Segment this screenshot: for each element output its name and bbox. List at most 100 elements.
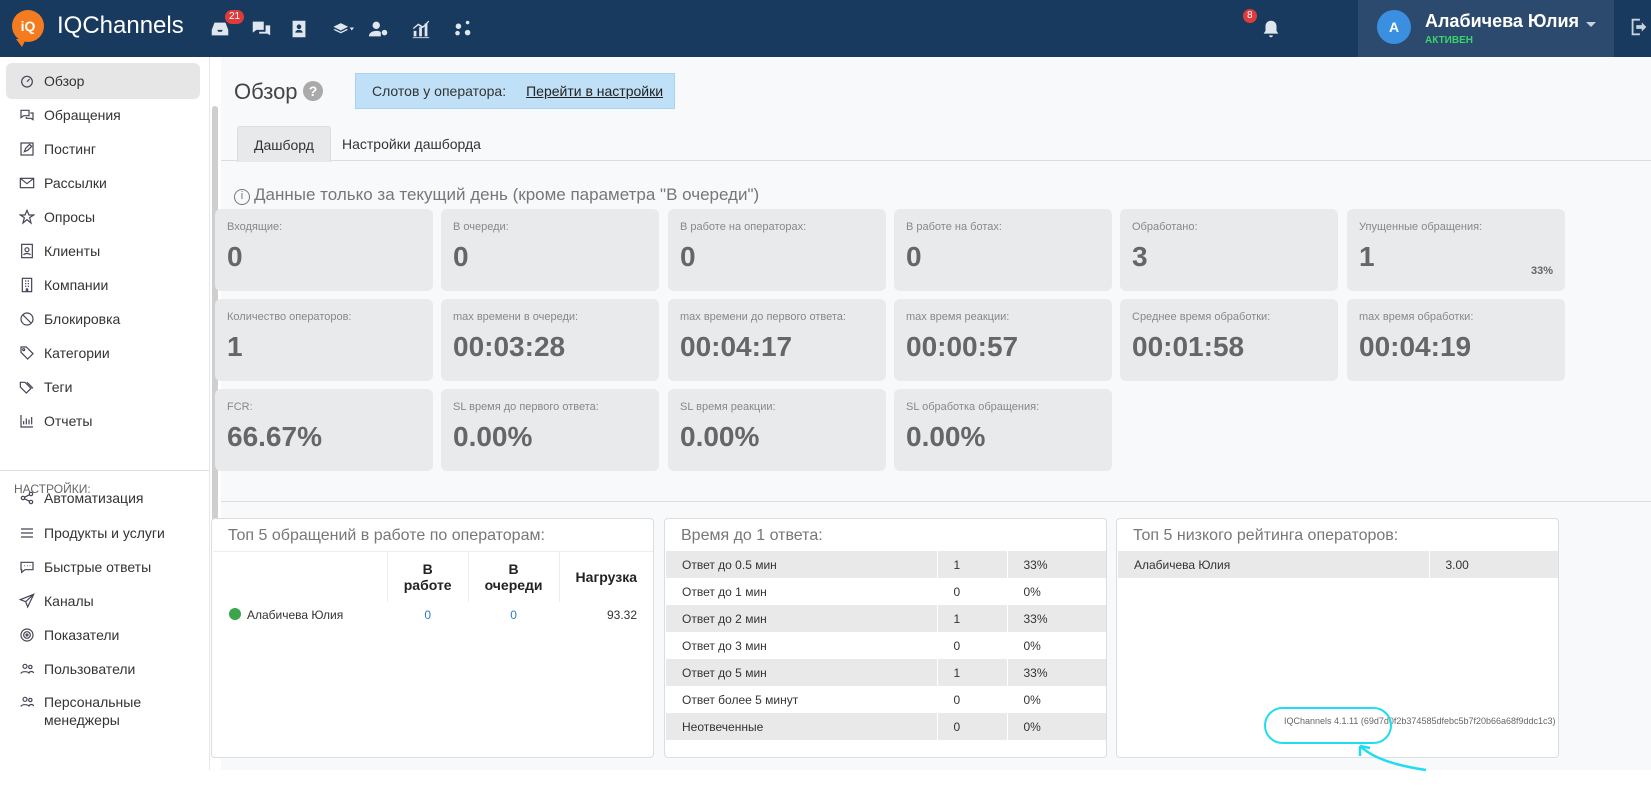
stat-value: 0 [906, 241, 922, 272]
sidebar-item-automation[interactable]: Автоматизация [6, 480, 200, 516]
comment-icon [18, 558, 36, 576]
user-menu[interactable]: А Алабичева Юлия АКТИВЕН [1358, 0, 1614, 57]
sidebar-item-requests[interactable]: Обращения [6, 97, 200, 133]
table-row: Ответ более 5 минут 0 0% [666, 686, 1106, 713]
load-cell: 93.32 [559, 601, 653, 629]
mail-icon [18, 174, 36, 192]
bucket-cell: Ответ более 5 минут [666, 686, 938, 713]
arrow-annotation [1358, 744, 1427, 772]
tab-dashboard[interactable]: Дашборд [237, 126, 331, 162]
stat-value: 1 [227, 331, 243, 362]
sidebar-item-users[interactable]: Пользователи [6, 651, 200, 687]
brand-name[interactable]: IQChannels [57, 12, 184, 40]
stat-label: Входящие: [227, 221, 283, 233]
stat-value: 0.00% [680, 421, 760, 452]
building-icon [18, 276, 36, 294]
sidebar-item-products[interactable]: Продукты и услуги [6, 515, 200, 551]
table-row: Ответ до 1 мин 0 0% [666, 578, 1106, 605]
top-navbar: iQ IQChannels 21 8 А Алабичева Юлия АКТИ… [0, 0, 1651, 57]
analytics-icon[interactable] [408, 16, 434, 42]
user-name: Алабичева Юлия [1425, 11, 1580, 31]
bucket-cell: Ответ до 2 мин [666, 605, 938, 632]
stat-label: max времени до первого ответа: [680, 311, 846, 323]
chart-icon [18, 412, 36, 430]
stat-label: В работе на ботах: [906, 221, 1002, 233]
rating-cell: 3.00 [1429, 551, 1558, 578]
tab-bar: Дашборд Настройки дашборда [221, 126, 1651, 162]
users-icon [18, 660, 36, 678]
stat-value: 0 [680, 241, 696, 272]
user-settings-icon[interactable] [366, 16, 392, 42]
help-icon[interactable]: ? [303, 81, 323, 101]
app-logo[interactable]: iQ [12, 10, 44, 47]
in-queue-link[interactable]: 0 [468, 601, 560, 629]
section-divider [221, 501, 1651, 502]
sidebar-item-categories[interactable]: Категории [6, 335, 200, 371]
inbox-icon[interactable]: 21 [207, 10, 245, 42]
sidebar-item-label: Теги [44, 379, 73, 395]
sidebar-item-metrics[interactable]: Показатели [6, 617, 200, 653]
panel-title: Топ 5 обращений в работе по операторам: [228, 527, 545, 544]
stat-card-max-first-response: max времени до первого ответа: 00:04:17 [668, 299, 886, 381]
highlight-circle-annotation [1264, 707, 1392, 744]
layers-dropdown-icon[interactable] [326, 16, 360, 42]
contacts-icon[interactable] [286, 16, 312, 42]
slots-label: Слотов у оператора: [372, 83, 507, 99]
avatar: А [1377, 10, 1411, 44]
stat-card-fcr: FCR: 66.67% [215, 389, 433, 471]
chat-icon [18, 106, 36, 124]
stat-card-incoming: Входящие: 0 [215, 209, 433, 291]
dashboard-icon [18, 72, 36, 90]
sidebar-item-companies[interactable]: Компании [6, 267, 200, 303]
count-cell: 0 [937, 632, 1008, 659]
stat-label: max время обработки: [1359, 311, 1474, 323]
tag-icon [18, 344, 36, 362]
go-to-settings-link[interactable]: Перейти в настройки [526, 83, 663, 99]
sidebar-item-blocking[interactable]: Блокировка [6, 301, 200, 337]
column-header: В работе [387, 551, 469, 602]
system-settings-icon[interactable] [450, 16, 476, 42]
stat-card-sl-reaction: SL время реакции: 0.00% [668, 389, 886, 471]
sidebar-item-reports[interactable]: Отчеты [6, 403, 200, 439]
in-work-link[interactable]: 0 [387, 601, 469, 629]
table-row: Ответ до 2 мин 1 33% [666, 605, 1106, 632]
operator-slots-notice: Слотов у оператора: Перейти в настройки [355, 73, 675, 109]
sidebar-item-overview[interactable]: Обзор [6, 63, 200, 99]
operator-name-cell: Алабичева Юлия [213, 601, 388, 629]
stat-card-avg-processing: Среднее время обработки: 00:01:58 [1120, 299, 1338, 381]
sidebar-item-channels[interactable]: Каналы [6, 583, 200, 619]
table-row[interactable]: Алабичева Юлия 0 0 93.32 [213, 601, 653, 629]
logout-icon[interactable] [1628, 16, 1650, 43]
users-icon [18, 693, 36, 711]
inbox-badge: 21 [225, 10, 245, 24]
sidebar-item-tags[interactable]: Теги [6, 369, 200, 405]
sidebar-item-quick-replies[interactable]: Быстрые ответы [6, 549, 200, 585]
stat-label: FCR: [227, 401, 253, 413]
sidebar-item-surveys[interactable]: Опросы [6, 199, 200, 235]
bucket-cell: Ответ до 3 мин [666, 632, 938, 659]
sidebar-item-mailings[interactable]: Рассылки [6, 165, 200, 201]
operators-table: В работе В очереди Нагрузка Алабичева Юл… [213, 551, 653, 629]
stat-card-in-work-bots: В работе на ботах: 0 [894, 209, 1112, 291]
stat-value: 0 [453, 241, 469, 272]
percent-cell: 0% [1007, 686, 1106, 713]
sidebar-item-label: Категории [44, 345, 110, 361]
count-cell: 1 [937, 551, 1008, 578]
stat-card-max-processing: max время обработки: 00:04:19 [1347, 299, 1565, 381]
sidebar-item-clients[interactable]: Клиенты [6, 233, 200, 269]
notifications-bell-icon[interactable]: 8 [1243, 9, 1284, 42]
percent-cell: 0% [1007, 713, 1106, 740]
sidebar-item-personal-managers[interactable]: Персональные менеджеры [6, 685, 200, 737]
percent-cell: 0% [1007, 578, 1106, 605]
sidebar-item-label: Обращения [44, 107, 121, 123]
sidebar-item-label: Автоматизация [44, 490, 144, 506]
stat-label: Среднее время обработки: [1132, 311, 1271, 323]
chats-icon[interactable] [248, 16, 274, 42]
percent-cell: 33% [1007, 605, 1106, 632]
sidebar-item-posting[interactable]: Постинг [6, 131, 200, 167]
stat-card-operators-count: Количество операторов: 1 [215, 299, 433, 381]
tab-dashboard-settings[interactable]: Настройки дашборда [326, 126, 497, 162]
stat-value: 0.00% [453, 421, 533, 452]
stat-value: 00:04:17 [680, 331, 793, 362]
column-header [213, 551, 388, 602]
